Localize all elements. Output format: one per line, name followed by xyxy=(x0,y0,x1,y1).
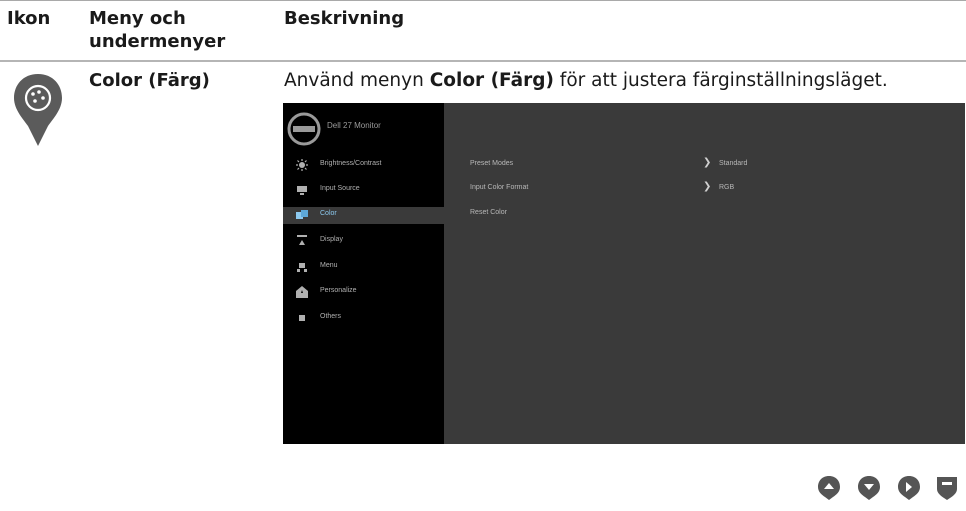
up-button-icon xyxy=(818,476,840,500)
chevron-right-icon: ❯ xyxy=(703,181,712,192)
osd-menu-personalize[interactable]: Personalize xyxy=(283,284,444,301)
header-rule xyxy=(0,60,966,62)
osd-menu-label: Personalize xyxy=(320,287,357,294)
star-icon xyxy=(296,286,308,298)
back-button-icon xyxy=(937,477,957,500)
osd-menu-menu[interactable]: Menu xyxy=(283,259,444,276)
chevron-right-icon: ❯ xyxy=(703,157,712,168)
osd-title: Dell 27 Monitor xyxy=(327,121,381,130)
osd-menu-label: Others xyxy=(320,313,342,320)
osd-submenu-preset-modes[interactable]: Preset Modes xyxy=(470,160,513,167)
osd-submenu-input-color-format[interactable]: Input Color Format xyxy=(470,184,528,191)
osd-menu-others[interactable]: Others xyxy=(283,310,444,327)
dell-logo-icon xyxy=(287,112,321,146)
others-icon xyxy=(299,315,305,321)
down-button-icon xyxy=(858,476,880,500)
osd-menu-label: Color xyxy=(320,210,337,217)
osd-menu-input-source[interactable]: Input Source xyxy=(283,182,444,199)
osd-menu-brightness[interactable]: Brightness/Contrast xyxy=(283,157,444,174)
header-description: Beskrivning xyxy=(284,8,405,29)
osd-menu-label: Menu xyxy=(320,262,338,269)
osd-menu-label: Display xyxy=(320,236,343,243)
header-icon: Ikon xyxy=(7,8,51,29)
table-top-rule xyxy=(0,0,966,1)
display-icon xyxy=(297,235,307,245)
osd-menu-label: Brightness/Contrast xyxy=(320,160,382,167)
osd-value-preset: Standard xyxy=(719,160,748,167)
menu-description: Använd menyn Color (Färg) för att juster… xyxy=(284,70,888,91)
osd-menu-label: Input Source xyxy=(320,185,360,192)
osd-sidebar: Dell 27 Monitor Brightness/Contrast Inpu… xyxy=(283,103,444,444)
right-button-icon xyxy=(898,476,920,500)
input-icon xyxy=(297,186,307,195)
osd-menu-color[interactable]: Color xyxy=(283,207,444,224)
osd-submenu-reset-color[interactable]: Reset Color xyxy=(470,209,507,216)
osd-value-format: RGB xyxy=(719,184,735,191)
color-icon xyxy=(296,210,308,219)
osd-screenshot: Dell 27 Monitor Brightness/Contrast Inpu… xyxy=(283,103,965,444)
sun-icon xyxy=(296,159,308,171)
header-menu: Meny och undermenyer xyxy=(89,8,226,52)
osd-menu-display[interactable]: Display xyxy=(283,233,444,250)
palette-icon xyxy=(14,74,62,146)
menu-icon xyxy=(297,263,307,272)
menu-name: Color (Färg) xyxy=(89,70,210,91)
